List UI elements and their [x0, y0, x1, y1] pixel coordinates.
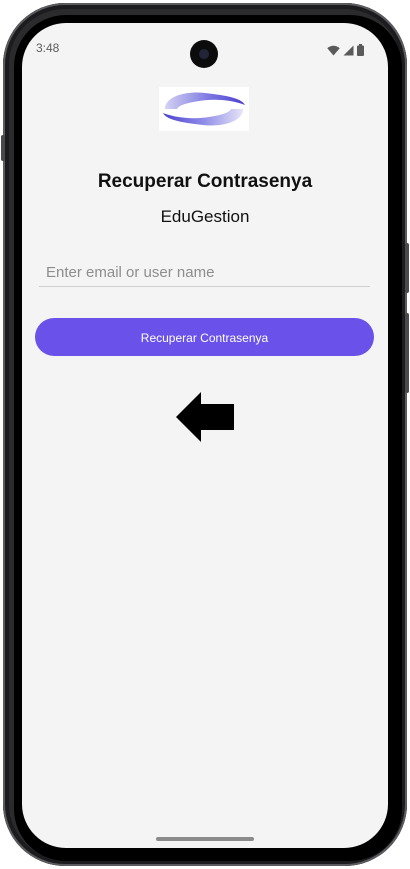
side-button	[1, 135, 5, 161]
wifi-icon	[327, 43, 340, 61]
arrow-left-icon	[176, 392, 234, 442]
status-icons	[327, 43, 364, 61]
app-logo	[159, 87, 249, 131]
power-button	[405, 243, 409, 293]
app-screen: 3:48 Recuperar Contrasenya EduGestion En…	[22, 23, 388, 848]
cellular-signal-icon	[343, 43, 354, 61]
email-username-input[interactable]	[39, 259, 370, 285]
app-name: EduGestion	[160, 207, 250, 226]
battery-icon	[357, 43, 364, 61]
page-title: Recuperar Contrasenya	[97, 171, 313, 192]
home-indicator[interactable]	[156, 837, 254, 841]
status-time: 3:48	[36, 41, 60, 55]
back-button[interactable]	[176, 392, 234, 442]
front-camera	[190, 40, 218, 68]
edugestion-logo-icon	[163, 92, 245, 126]
email-username-field-container	[39, 259, 370, 287]
camera-lens	[199, 49, 209, 59]
recover-password-button[interactable]: Recuperar Contrasenya	[35, 318, 374, 356]
volume-button	[405, 313, 409, 393]
status-bar: 3:48	[22, 23, 388, 73]
